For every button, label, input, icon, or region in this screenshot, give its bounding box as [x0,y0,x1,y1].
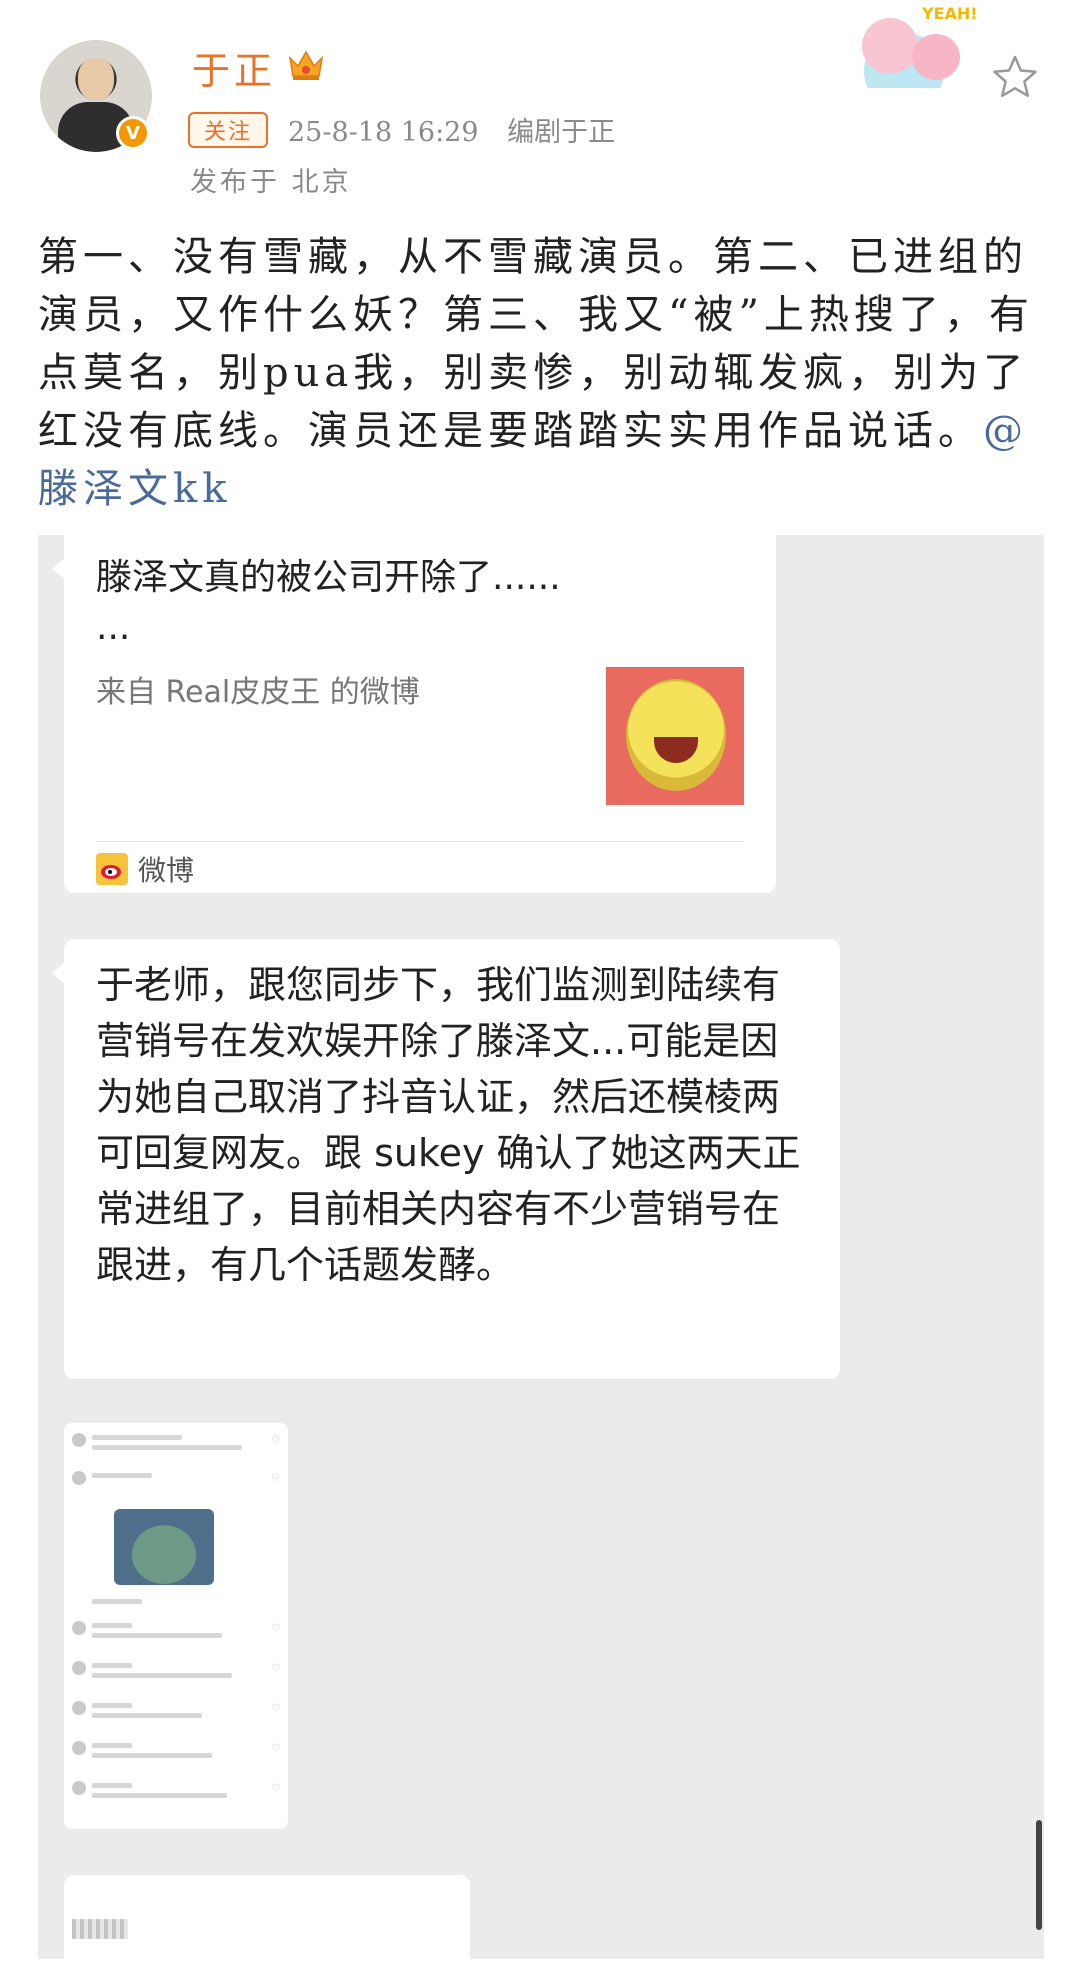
card-title: 滕泽文真的被公司开除了...... ... [96,557,561,648]
chat-message: 于老师，跟您同步下，我们监测到陆续有营销号在发欢娱开除了滕泽文...可能是因为她… [52,939,840,1379]
post-source: 编剧于正 [507,117,616,148]
post-text: 第一、没有雪藏，从不雪藏演员。第二、已进组的演员，又作什么妖？第三、我又“被”上… [38,234,1034,454]
divider [96,841,744,842]
comment-screenshot-image[interactable]: ♡ ♡ ♡ ♡ ♡ ♡ ♡ [64,1423,288,1829]
card-thumbnail [606,667,744,805]
chat-message-text: 于老师，跟您同步下，我们监测到陆续有营销号在发欢娱开除了滕泽文...可能是因为她… [96,963,801,1287]
scrollbar[interactable] [1036,1820,1042,1930]
chat-message-partial [64,1875,470,1975]
card-source: 来自 Real皮皮王 的微博 [96,675,420,710]
post-timestamp: 25-8-18 16:29 [288,117,479,148]
username[interactable]: 于正 [192,40,276,95]
card-brand: 微博 [138,854,195,887]
weibo-icon [96,853,128,885]
star-icon[interactable] [990,52,1040,102]
post-location: 发布于 北京 [190,167,352,198]
chat-screenshot: 滕泽文真的被公司开除了...... ... 来自 Real皮皮王 的微博 微博 … [38,535,1044,1975]
post-meta: 25-8-18 16:29 编剧于正 [288,110,635,149]
crying-sticker-image [114,1509,214,1585]
decoration-sticker: YEAH! [834,4,978,88]
verified-icon: V [116,116,150,150]
crown-icon [288,50,324,80]
post-body: 第一、没有雪藏，从不雪藏演员。第二、已进组的演员，又作什么妖？第三、我又“被”上… [38,228,1048,518]
follow-button[interactable]: 关注 [188,112,268,148]
shared-weibo-card[interactable]: 滕泽文真的被公司开除了...... ... 来自 Real皮皮王 的微博 微博 [52,535,776,893]
blurred-text [72,1919,128,1939]
